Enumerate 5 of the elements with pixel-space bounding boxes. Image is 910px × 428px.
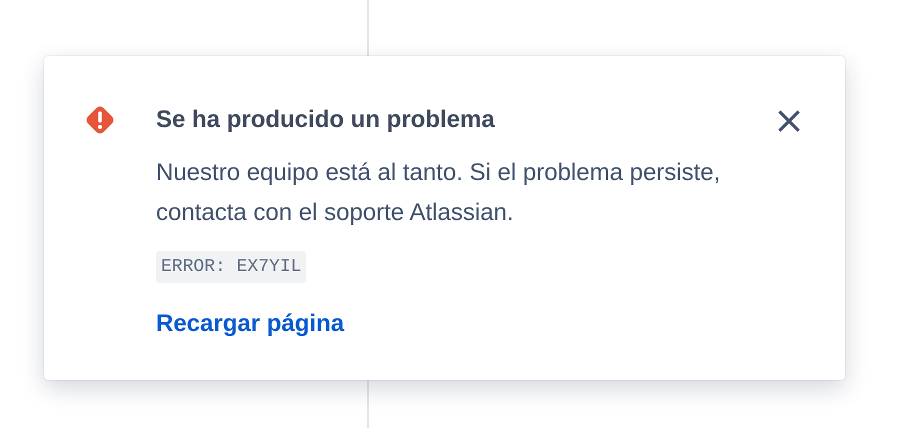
dialog-title: Se ha producido un problema bbox=[156, 105, 496, 135]
reload-page-link[interactable]: Recargar página bbox=[156, 308, 344, 340]
error-message: Nuestro equipo está al tanto. Si el problema persiste, contacta con el soporte Atlassian. bbox=[156, 158, 722, 228]
close-button[interactable]: × bbox=[769, 104, 809, 136]
error-code: ERROR: EX7YIL bbox=[156, 251, 306, 283]
